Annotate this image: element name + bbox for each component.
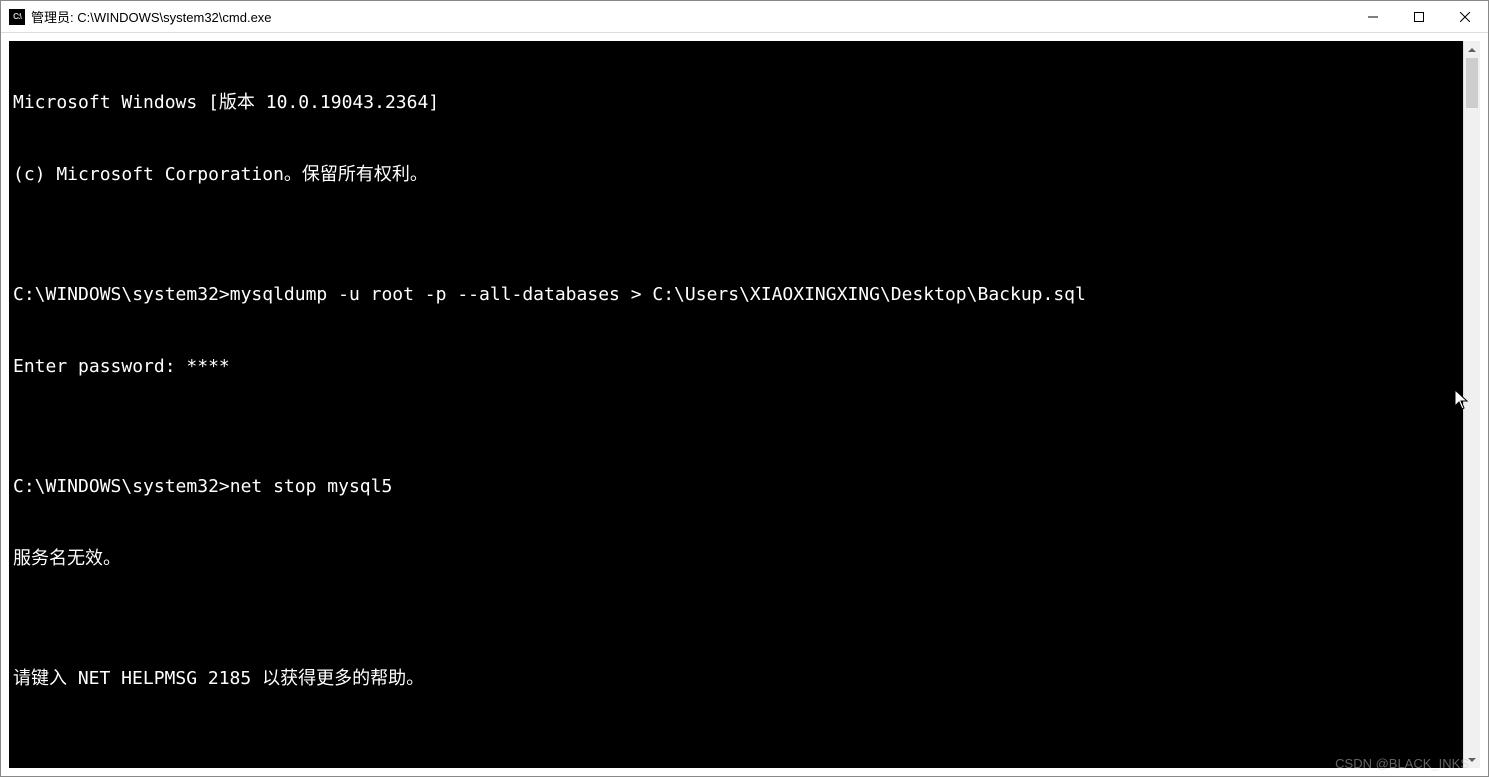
cmd-window: C:\ 管理员: C:\WINDOWS\system32\cmd.exe Mic… [0,0,1489,777]
scrollbar-track[interactable] [1464,58,1480,751]
terminal-line: (c) Microsoft Corporation。保留所有权利。 [13,163,1459,187]
terminal-line: 请键入 NET HELPMSG 2185 以获得更多的帮助。 [13,667,1459,691]
window-title: 管理员: C:\WINDOWS\system32\cmd.exe [31,7,1350,26]
minimize-button[interactable] [1350,1,1396,32]
cmd-icon: C:\ [9,9,25,25]
terminal-line: Enter password: **** [13,355,1459,379]
terminal-line: 服务名无效。 [13,547,1459,571]
close-button[interactable] [1442,1,1488,32]
terminal-output[interactable]: Microsoft Windows [版本 10.0.19043.2364] (… [9,41,1463,768]
scrollbar-thumb[interactable] [1466,58,1478,108]
titlebar[interactable]: C:\ 管理员: C:\WINDOWS\system32\cmd.exe [1,1,1488,33]
terminal-line: C:\WINDOWS\system32>mysqldump -u root -p… [13,283,1459,307]
scrollbar-down-button[interactable] [1464,751,1480,768]
maximize-button[interactable] [1396,1,1442,32]
scrollbar-up-button[interactable] [1464,41,1480,58]
window-controls [1350,1,1488,32]
vertical-scrollbar[interactable] [1463,41,1480,768]
terminal-line: C:\WINDOWS\system32>net stop mysql5 [13,475,1459,499]
terminal-line: Microsoft Windows [版本 10.0.19043.2364] [13,91,1459,115]
content-area: Microsoft Windows [版本 10.0.19043.2364] (… [1,33,1488,776]
